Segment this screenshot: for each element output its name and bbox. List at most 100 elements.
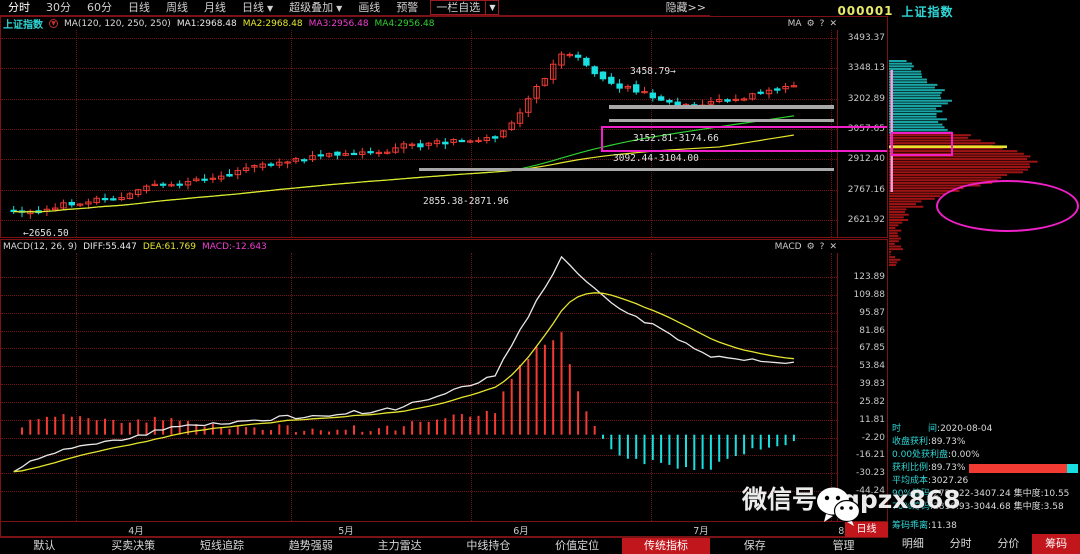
macd-chart-panel[interactable]: MACD(12, 26, 9) DIFF:55.447 DEA:61.769 M…	[0, 239, 888, 522]
support-band-mid	[609, 119, 834, 122]
macd-y-axis: 123.89109.8895.8781.8667.8553.8439.8325.…	[837, 253, 887, 521]
macd-y-tick: 11.81	[859, 415, 885, 425]
macd-y-tick: -30.23	[856, 468, 885, 478]
bottom-tab-default[interactable]: 默认	[0, 538, 89, 554]
info-chips-90-label: 90%筹码	[892, 488, 930, 501]
help-icon[interactable]: ?	[820, 19, 825, 29]
profit-ratio-bar	[969, 464, 1078, 473]
period-button-daily[interactable]: 日线	[845, 522, 888, 537]
macd-y-tick: 39.83	[859, 379, 885, 389]
macd-y-tick: 81.86	[859, 326, 885, 336]
dropdown-overlay[interactable]: 超级叠加▼	[281, 0, 350, 16]
info-close-profit: 收盘获利:89.73%	[892, 436, 1078, 449]
right-tab-price-dist[interactable]: 分价	[985, 534, 1033, 554]
info-avg-cost-value: 3027.26	[931, 475, 968, 488]
price-y-tick: 2767.16	[848, 185, 885, 195]
dropdown-period[interactable]: 日线▼	[234, 0, 281, 16]
gear-icon[interactable]: ⚙	[807, 19, 815, 29]
bottom-tab-trend-strength[interactable]: 趋势强弱	[266, 538, 355, 554]
support-band-lower	[419, 168, 834, 171]
info-avg-cost-label: 平均成本	[892, 475, 928, 488]
bottom-tab-bar: 默认买卖决策短线追踪趋势强弱主力雷达中线持仓价值定位传统指标保存管理	[0, 537, 888, 554]
dropdown-period-label: 日线	[242, 1, 264, 14]
annotation-band-mid: 3092.44-3104.00	[613, 153, 699, 164]
info-date-value: 2020-08-04	[940, 423, 992, 436]
button-drawline[interactable]: 画线	[350, 0, 388, 15]
price-chart-panel[interactable]: 上证指数 ▼ MA(120, 120, 250, 250) MA1:2968.4…	[0, 16, 888, 238]
info-profit-ratio-value: 89.73%	[931, 462, 965, 475]
bottom-tab-save[interactable]: 保存	[710, 538, 799, 554]
x-axis-tick: 7月	[693, 523, 709, 537]
price-y-tick: 3348.13	[848, 63, 885, 73]
profit-bar-remainder	[1067, 464, 1078, 473]
annotation-low: ←2656.50	[23, 228, 69, 238]
bottom-tab-value[interactable]: 价值定位	[533, 538, 622, 554]
hide-panel-button[interactable]: 隐藏>>	[666, 0, 706, 15]
info-close-profit-label: 收盘获利	[892, 436, 928, 449]
bottom-tab-manage[interactable]: 管理	[799, 538, 888, 554]
info-profit-ratio: 获利比例:89.73%	[892, 462, 1078, 475]
button-alert[interactable]: 预警	[388, 0, 426, 15]
info-chips-90: 90%筹码:2759.22-3407.24 集中度:10.55	[892, 488, 1078, 501]
annotation-high: 3458.79→	[630, 66, 676, 77]
info-chips-70: 70%筹码:2816.93-3044.68 集中度:3.58	[892, 501, 1078, 514]
macd-panel-controls: MACD ⚙ ? ✕	[775, 240, 837, 253]
macd-plot-area[interactable]	[1, 253, 837, 521]
price-y-tick: 3493.37	[848, 33, 885, 43]
right-tab-chips[interactable]: 筹码	[1032, 534, 1080, 554]
info-profit-at-price-label: 0.00处获利盘	[892, 449, 948, 462]
macd-y-tick: 123.89	[854, 272, 886, 282]
watchlist-selector[interactable]: 一栏自选 ▼	[430, 0, 499, 15]
x-axis-tick: 5月	[338, 523, 354, 537]
bottom-tab-short-term[interactable]: 短线追踪	[178, 538, 267, 554]
bottom-tab-trade-decision[interactable]: 买卖决策	[89, 538, 178, 554]
chevron-down-icon[interactable]: ▼	[485, 1, 498, 15]
right-tab-detail[interactable]: 明细	[889, 534, 937, 554]
tab-30min[interactable]: 30分	[38, 0, 79, 15]
price-indicator-header: 上证指数 ▼ MA(120, 120, 250, 250) MA1:2968.4…	[1, 17, 887, 30]
trading-terminal: 分时 30分 60分 日线 周线 月线 日线▼ 超级叠加▼ 画线 预警 一栏自选…	[0, 0, 1080, 554]
ma4-value: MA4:2956.48	[375, 19, 435, 29]
macd-y-tick: -44.24	[856, 486, 885, 496]
chevron-down-icon: ▼	[267, 1, 273, 16]
macd-y-tick: -2.20	[862, 433, 885, 443]
macd-y-tick: 95.87	[859, 308, 885, 318]
tab-daily[interactable]: 日线	[120, 0, 158, 15]
ma3-value: MA3:2956.48	[309, 19, 369, 29]
macd-dea-value: DEA:61.769	[143, 242, 196, 252]
tab-weekly[interactable]: 周线	[158, 0, 196, 15]
close-icon[interactable]: ✕	[829, 242, 837, 252]
price-panel-indicator-label: MA	[788, 19, 802, 29]
price-y-tick: 3057.65	[848, 124, 885, 134]
watchlist-selector-label: 一栏自选	[431, 0, 485, 15]
chip-info-panel: 时 间:2020-08-04收盘获利:89.73%0.00处获利盘:0.00%获…	[889, 420, 1080, 532]
macd-hist-value: MACD:-12.643	[202, 242, 267, 252]
tab-60min[interactable]: 60分	[79, 0, 120, 15]
info-profit-ratio-label: 获利比例	[892, 462, 928, 475]
price-plot-area[interactable]: 3458.79→3152.81-3174.663092.44-3104.0028…	[1, 30, 837, 237]
support-band-upper	[609, 105, 834, 110]
bottom-tab-main-radar[interactable]: 主力雷达	[355, 538, 444, 554]
bottom-tab-traditional[interactable]: 传统指标	[622, 538, 711, 554]
right-tab-intraday[interactable]: 分时	[937, 534, 985, 554]
info-profit-at-price: 0.00处获利盘:0.00%	[892, 449, 1078, 462]
annotation-band-upper: 3152.81-3174.66	[633, 133, 719, 144]
price-panel-symbol-label: 上证指数	[3, 16, 43, 31]
close-icon[interactable]: ✕	[829, 19, 837, 29]
info-chips-90-value: 2759.22-3407.24 集中度:10.55	[933, 488, 1069, 501]
price-panel-controls: MA ⚙ ? ✕	[788, 17, 837, 30]
chip-distribution-panel[interactable]	[889, 22, 1080, 420]
bottom-tab-mid-term[interactable]: 中线持仓	[444, 538, 533, 554]
info-profit-at-price-value: 0.00%	[951, 449, 980, 462]
ma-params-label: MA(120, 120, 250, 250)	[64, 19, 171, 29]
help-icon[interactable]: ?	[820, 242, 825, 252]
tab-monthly[interactable]: 月线	[196, 0, 234, 15]
tab-intraday[interactable]: 分时	[0, 0, 38, 15]
symbol-name: 上证指数	[902, 3, 954, 20]
collapse-icon[interactable]: ▼	[49, 19, 58, 28]
macd-panel-indicator-label: MACD	[775, 242, 802, 252]
x-axis: 4月5月6月7月8月	[0, 522, 888, 537]
macd-indicator-header: MACD(12, 26, 9) DIFF:55.447 DEA:61.769 M…	[1, 240, 887, 253]
gear-icon[interactable]: ⚙	[807, 242, 815, 252]
price-y-tick: 2912.40	[848, 154, 885, 164]
